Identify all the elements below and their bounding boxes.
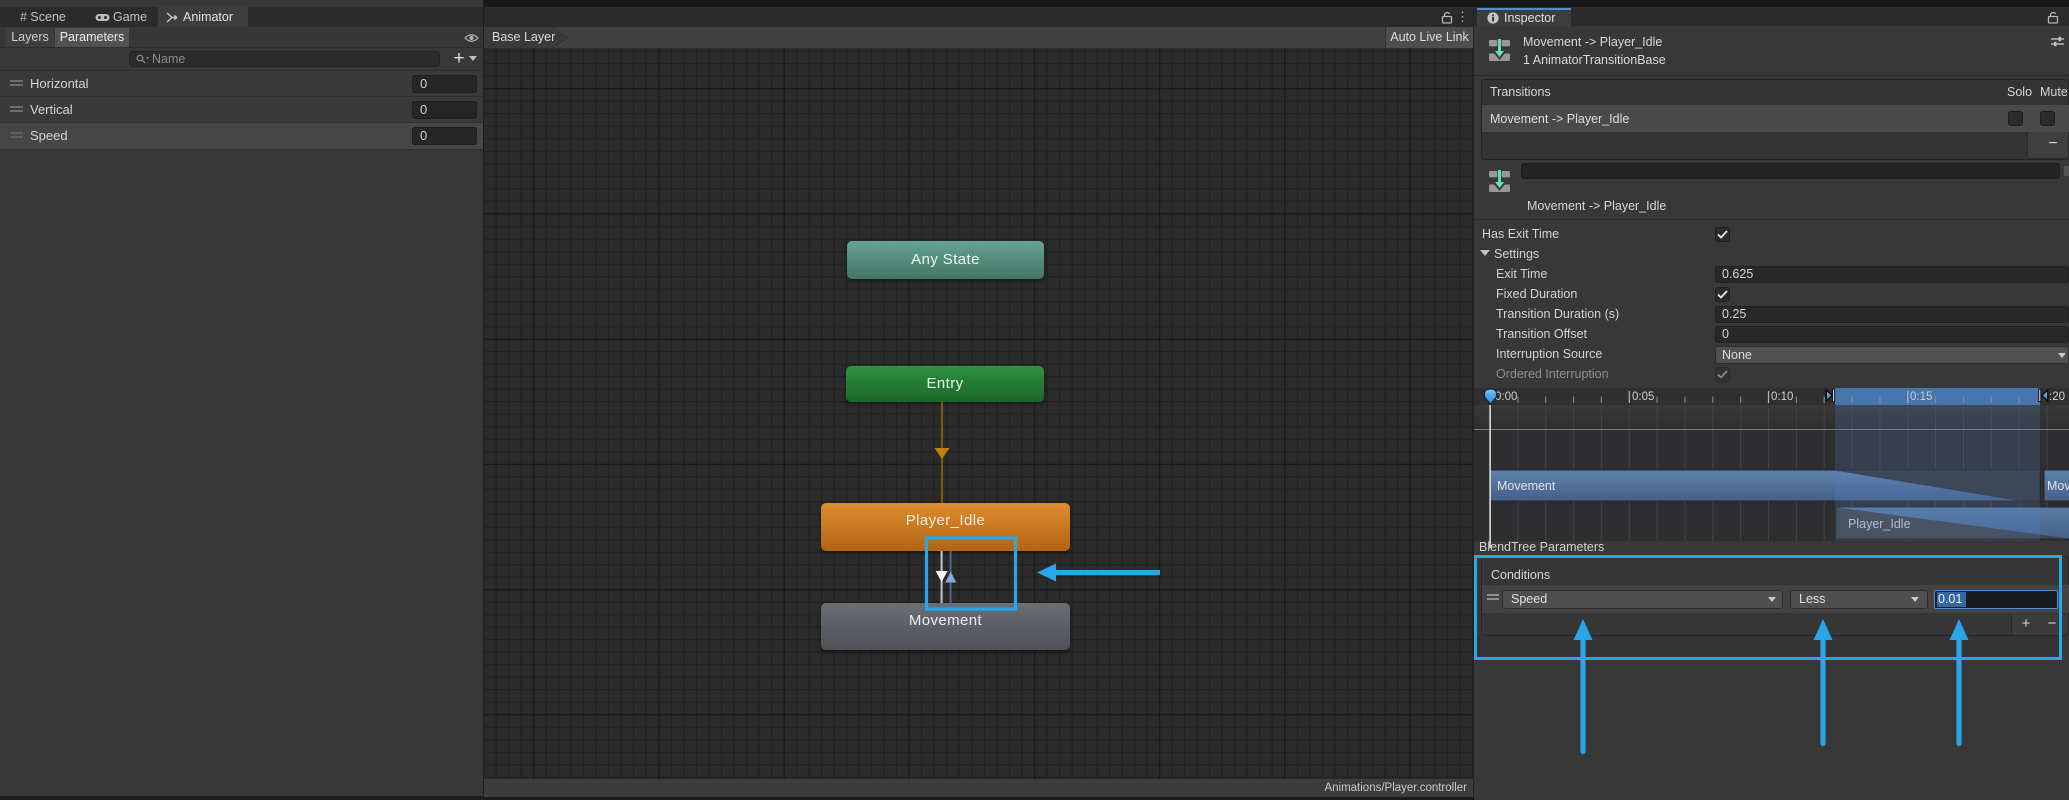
svg-text:Mov: Mov [2047,479,2069,493]
svg-text:0:15: 0:15 [1910,391,1932,403]
svg-text:Movement: Movement [1497,479,1556,493]
svg-text:0:00: 0:00 [1495,391,1517,403]
svg-text::20: :20 [2049,391,2065,403]
svg-text:0:05: 0:05 [1632,391,1654,403]
svg-text:0:10: 0:10 [1771,391,1793,403]
